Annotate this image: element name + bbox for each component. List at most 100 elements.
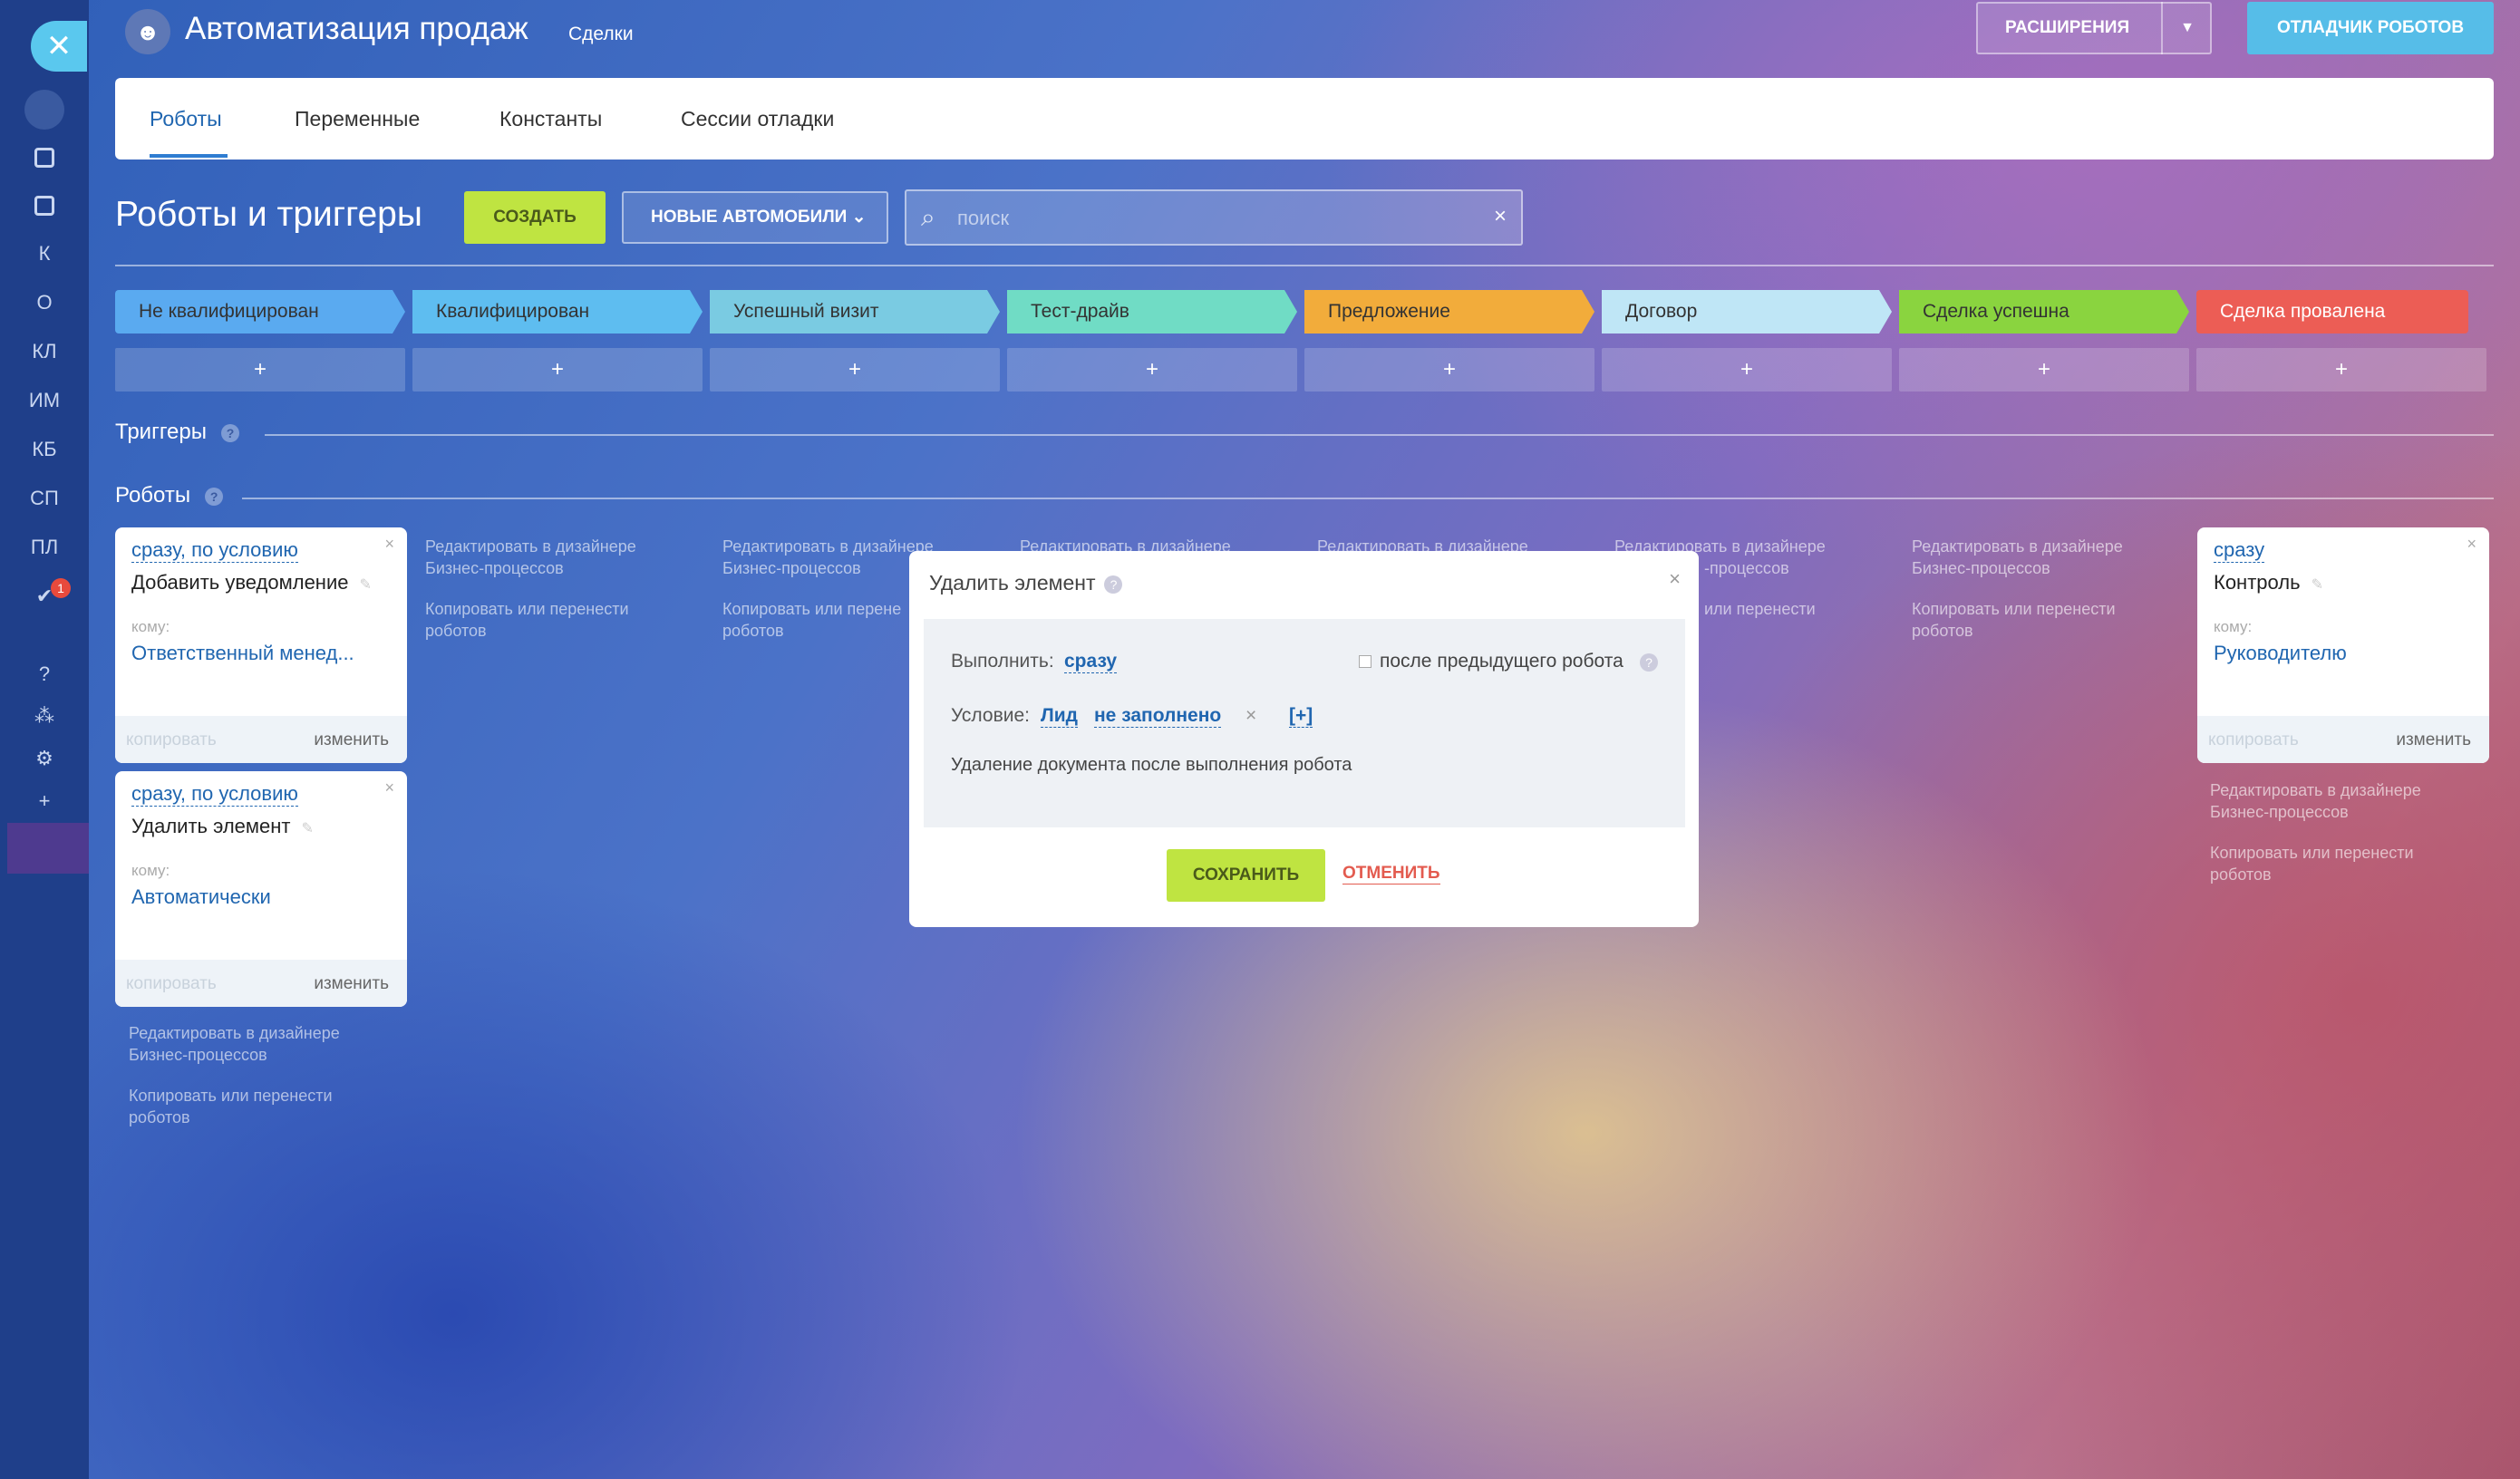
condition-value[interactable]: не заполнено xyxy=(1094,705,1222,728)
tabs-panel: Роботы Переменные Константы Сессии отлад… xyxy=(115,78,2494,160)
tab-debug-sessions[interactable]: Сессии отладки xyxy=(681,78,834,160)
stage-deal-lost[interactable]: Сделка провалена xyxy=(2196,290,2468,334)
search-box[interactable]: ⌕ × xyxy=(905,189,1523,246)
robot-debugger-button[interactable]: ОТЛАДЧИК РОБОТОВ xyxy=(2247,2,2494,54)
add-robot-button[interactable]: + xyxy=(1602,348,1892,392)
cancel-button[interactable]: ОТМЕНИТЬ xyxy=(1342,864,1440,884)
tab-constants[interactable]: Константы xyxy=(499,78,602,160)
robot-copy-button[interactable]: копировать xyxy=(2208,730,2299,750)
remove-condition-icon[interactable]: × xyxy=(1245,705,1256,727)
robot-condition[interactable]: сразу, по условию xyxy=(131,538,298,563)
copy-move-robots-link[interactable]: Копировать или перене xyxy=(722,598,908,620)
tab-robots[interactable]: Роботы xyxy=(150,78,222,160)
stage-test-drive[interactable]: Тест-драйв xyxy=(1007,290,1297,334)
robot-card[interactable]: сразу, по условию × Удалить элемент ✎ ком… xyxy=(115,771,407,1007)
edit-in-designer-link[interactable]: Редактировать в дизайнере Бизнес-процесс… xyxy=(1912,536,2157,579)
add-robot-button[interactable]: + xyxy=(412,348,703,392)
tab-variables[interactable]: Переменные xyxy=(295,78,420,160)
robot-recipient[interactable]: Руководителю xyxy=(2214,642,2467,665)
add-icon[interactable]: + xyxy=(0,783,89,819)
help-icon[interactable]: ? xyxy=(1640,653,1658,672)
copy-move-robots-link[interactable]: Копировать или перенести роботов xyxy=(2210,842,2455,885)
robot-copy-button[interactable]: копировать xyxy=(126,730,217,750)
edit-in-designer-link[interactable]: Редактировать в дизайнере Бизнес-процесс… xyxy=(425,536,670,579)
add-robot-button[interactable]: + xyxy=(1304,348,1594,392)
add-robot-button[interactable]: + xyxy=(1899,348,2189,392)
robot-name-text: Удалить элемент xyxy=(131,815,291,837)
robot-card[interactable]: сразу, по условию × Добавить уведомление… xyxy=(115,527,407,763)
search-input[interactable] xyxy=(957,202,1465,235)
divider xyxy=(242,498,2494,499)
edit-in-designer-link[interactable]: Редактировать в дизайнере Бизнес-процесс… xyxy=(2210,779,2455,823)
contacts-icon[interactable] xyxy=(0,187,89,223)
robot-edit-button[interactable]: изменить xyxy=(314,974,389,994)
sidebar-item-sp[interactable]: СП xyxy=(0,480,89,517)
chevron-down-icon: ⌄ xyxy=(851,208,867,227)
structure-icon[interactable]: ⁂ xyxy=(0,698,89,734)
close-icon[interactable]: × xyxy=(1669,567,1681,591)
add-robot-button[interactable]: + xyxy=(1007,348,1297,392)
add-robot-button[interactable]: + xyxy=(2196,348,2486,392)
sidebar-item-pl[interactable]: ПЛ xyxy=(0,529,89,566)
robot-condition[interactable]: сразу, по условию xyxy=(131,782,298,807)
stage-successful-visit[interactable]: Успешный визит xyxy=(710,290,1000,334)
crown-icon[interactable] xyxy=(7,823,89,874)
stage-contract[interactable]: Договор xyxy=(1602,290,1892,334)
sidebar-item-im[interactable]: ИМ xyxy=(0,382,89,419)
clear-search-icon[interactable]: × xyxy=(1494,204,1507,229)
robot-condition[interactable]: сразу xyxy=(2214,538,2265,563)
copy-move-robots-link[interactable]: Копировать или перенести роботов xyxy=(425,598,670,642)
sidebar-item-kb[interactable]: КБ xyxy=(0,431,89,468)
triggers-header: Триггеры? xyxy=(115,420,239,445)
dialog-title-text: Удалить элемент xyxy=(929,571,1096,594)
help-icon[interactable]: ? xyxy=(205,487,224,506)
add-robot-button[interactable]: + xyxy=(710,348,1000,392)
add-robot-button[interactable]: + xyxy=(115,348,405,392)
left-sidebar: ✕ К О КЛ ИМ КБ СП ПЛ ✔ 1 ? ⁂ ⚙ + xyxy=(0,0,89,1479)
sidebar-item-kl[interactable]: КЛ xyxy=(0,334,89,370)
sidebar-item-o[interactable]: О xyxy=(0,285,89,321)
condition-field[interactable]: Лид xyxy=(1041,705,1078,728)
robot-recipient[interactable]: Автоматически xyxy=(131,885,385,909)
copy-move-robots-link[interactable]: Копировать или перенести роботов xyxy=(129,1085,373,1128)
stage-qualified[interactable]: Квалифицирован xyxy=(412,290,703,334)
delete-robot-icon[interactable]: × xyxy=(384,778,394,798)
divider xyxy=(115,265,2494,266)
edit-in-designer-link[interactable]: Редактировать в дизайнере Бизнес-процесс… xyxy=(129,1022,373,1066)
help-icon[interactable]: ? xyxy=(0,656,89,692)
pipeline-select[interactable]: НОВЫЕ АВТОМОБИЛИ ⌄ xyxy=(622,191,888,244)
robot-card-footer: копировать изменить xyxy=(115,960,407,1007)
copy-move-robots-link[interactable]: Копировать или перенести роботов xyxy=(1912,598,2157,642)
stage-deal-won[interactable]: Сделка успешна xyxy=(1899,290,2189,334)
active-tab-underline xyxy=(150,154,228,158)
run-value[interactable]: сразу xyxy=(1064,651,1118,673)
tasks-icon[interactable] xyxy=(0,139,89,175)
robot-copy-button[interactable]: копировать xyxy=(126,974,217,994)
close-icon[interactable]: ✕ xyxy=(31,21,87,72)
help-icon[interactable]: ? xyxy=(221,423,239,442)
after-previous-checkbox[interactable] xyxy=(1359,655,1371,668)
create-button[interactable]: СОЗДАТЬ xyxy=(464,191,606,244)
help-icon[interactable]: ? xyxy=(1104,575,1123,594)
divider xyxy=(265,434,2494,436)
pencil-icon[interactable]: ✎ xyxy=(2312,577,2323,593)
robot-recipient[interactable]: Ответственный менед... xyxy=(131,642,385,665)
filter-icon[interactable] xyxy=(0,90,89,130)
sidebar-item-k[interactable]: К xyxy=(0,236,89,272)
save-button[interactable]: СОХРАНИТЬ xyxy=(1167,849,1325,902)
stage-offer[interactable]: Предложение xyxy=(1304,290,1594,334)
extensions-dropdown-arrow[interactable]: ▼ xyxy=(2161,2,2212,54)
after-previous-label[interactable]: после предыдущего робота xyxy=(1380,651,1623,672)
robot-edit-button[interactable]: изменить xyxy=(314,730,389,750)
pencil-icon[interactable]: ✎ xyxy=(302,821,314,836)
robot-card[interactable]: сразу × Контроль ✎ кому: Руководителю коп… xyxy=(2197,527,2489,763)
robot-edit-button[interactable]: изменить xyxy=(2396,730,2471,750)
delete-robot-icon[interactable]: × xyxy=(384,535,394,554)
dialog-body: Выполнить: сразу после предыдущего робот… xyxy=(924,619,1685,827)
delete-robot-icon[interactable]: × xyxy=(2467,535,2476,554)
stage-not-qualified[interactable]: Не квалифицирован xyxy=(115,290,405,334)
add-condition-button[interactable]: [+] xyxy=(1289,705,1313,728)
settings-icon[interactable]: ⚙ xyxy=(0,740,89,777)
notifications-icon[interactable]: ✔ 1 xyxy=(0,578,89,614)
pencil-icon[interactable]: ✎ xyxy=(359,577,371,593)
